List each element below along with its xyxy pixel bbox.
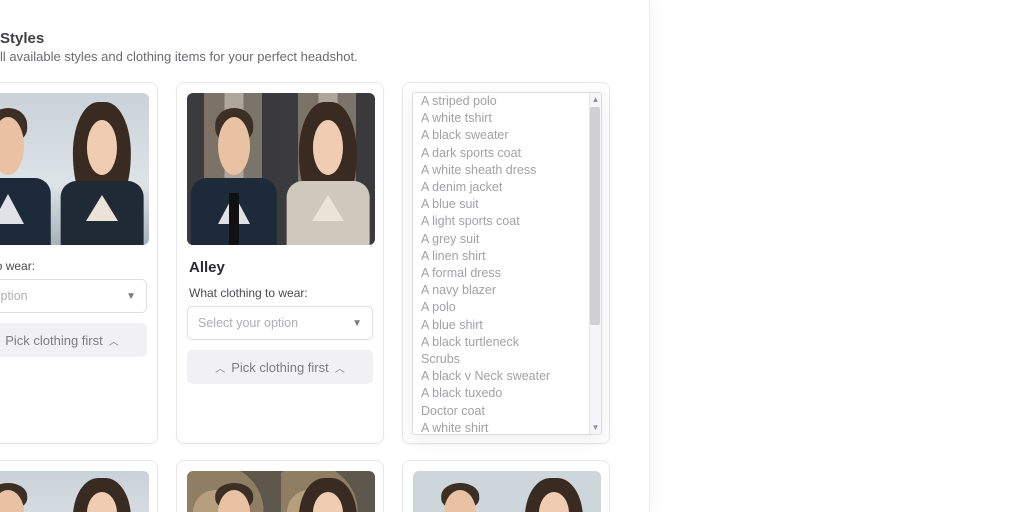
style-preview (0, 93, 149, 245)
page-subtitle: ll available styles and clothing items f… (0, 49, 649, 64)
chevron-up-icon: ︿ (215, 360, 225, 375)
style-preview (187, 93, 375, 245)
cta-label: Pick clothing first (231, 360, 329, 375)
style-cards-row-2: AR (0, 460, 649, 512)
style-cards-row: AR thing to wear: our option ▼ ︿ Pick cl… (0, 82, 649, 444)
clothing-option[interactable]: A black sweater (413, 127, 591, 144)
clothing-option[interactable]: A white sheath dress (413, 162, 591, 179)
clothing-options-listbox[interactable]: A striped poloA white tshirtA black swea… (412, 92, 602, 435)
clothing-option[interactable]: A formal dress (413, 265, 591, 282)
style-card (402, 460, 610, 512)
style-preview (187, 471, 375, 512)
clothing-option[interactable]: A denim jacket (413, 179, 591, 196)
clothing-option[interactable]: A black v Neck sweater (413, 368, 591, 385)
cta-label: Pick clothing first (5, 333, 103, 348)
clothing-option[interactable]: A white tshirt (413, 110, 591, 127)
chevron-up-icon: ︿ (335, 360, 345, 375)
pick-clothing-button[interactable]: ︿ Pick clothing first ︿ (187, 350, 373, 384)
clothing-option[interactable]: A light sports coat (413, 213, 591, 230)
select-placeholder: Select your option (198, 316, 298, 330)
scroll-down-icon[interactable]: ▾ (590, 421, 601, 434)
clothing-option[interactable]: A striped polo (413, 93, 591, 110)
main-panel: Styles ll available styles and clothing … (0, 0, 650, 512)
clothing-option[interactable]: A polo (413, 299, 591, 316)
scroll-up-icon[interactable]: ▴ (590, 93, 601, 106)
options-viewport: A striped poloA white tshirtA black swea… (413, 93, 591, 434)
style-preview (413, 471, 601, 512)
clothing-option[interactable]: A black tuxedo (413, 385, 591, 402)
clothing-option[interactable]: A dark sports coat (413, 145, 591, 162)
clothing-option[interactable]: A navy blazer (413, 282, 591, 299)
clothing-option[interactable]: A blue shirt (413, 317, 591, 334)
caret-down-icon: ▼ (352, 318, 362, 329)
clothing-option[interactable]: Doctor coat (413, 403, 591, 420)
style-card-alley: MOST POPULAR Alley What clothing to wear… (176, 82, 384, 444)
pick-clothing-button[interactable]: ︿ Pick clothing first ︿ (0, 323, 147, 357)
clothing-option[interactable]: A linen shirt (413, 248, 591, 265)
clothing-option[interactable]: A grey suit (413, 231, 591, 248)
style-card (176, 460, 384, 512)
clothing-option[interactable]: A blue suit (413, 196, 591, 213)
chevron-up-icon: ︿ (109, 333, 119, 348)
style-preview (0, 471, 149, 512)
style-card: AR (0, 460, 158, 512)
clothing-option[interactable]: A black turtleneck (413, 334, 591, 351)
section-header: Styles ll available styles and clothing … (0, 30, 649, 64)
clothing-option[interactable]: A white shirt (413, 420, 591, 434)
clothing-select[interactable]: our option ▼ (0, 279, 147, 313)
caret-down-icon: ▼ (126, 291, 136, 302)
page-title: Styles (0, 30, 649, 47)
select-placeholder: our option (0, 289, 28, 303)
style-card: I A striped poloA white tshirtA black sw… (402, 82, 610, 444)
listbox-scrollbar[interactable]: ▴ ▾ (589, 93, 601, 434)
clothing-label: What clothing to wear: (189, 286, 371, 300)
scroll-thumb[interactable] (590, 107, 600, 325)
clothing-select[interactable]: Select your option ▼ (187, 306, 373, 340)
style-card: AR thing to wear: our option ▼ ︿ Pick cl… (0, 82, 158, 444)
clothing-option[interactable]: Scrubs (413, 351, 591, 368)
clothing-label: thing to wear: (0, 259, 145, 273)
style-title: Alley (189, 259, 371, 276)
